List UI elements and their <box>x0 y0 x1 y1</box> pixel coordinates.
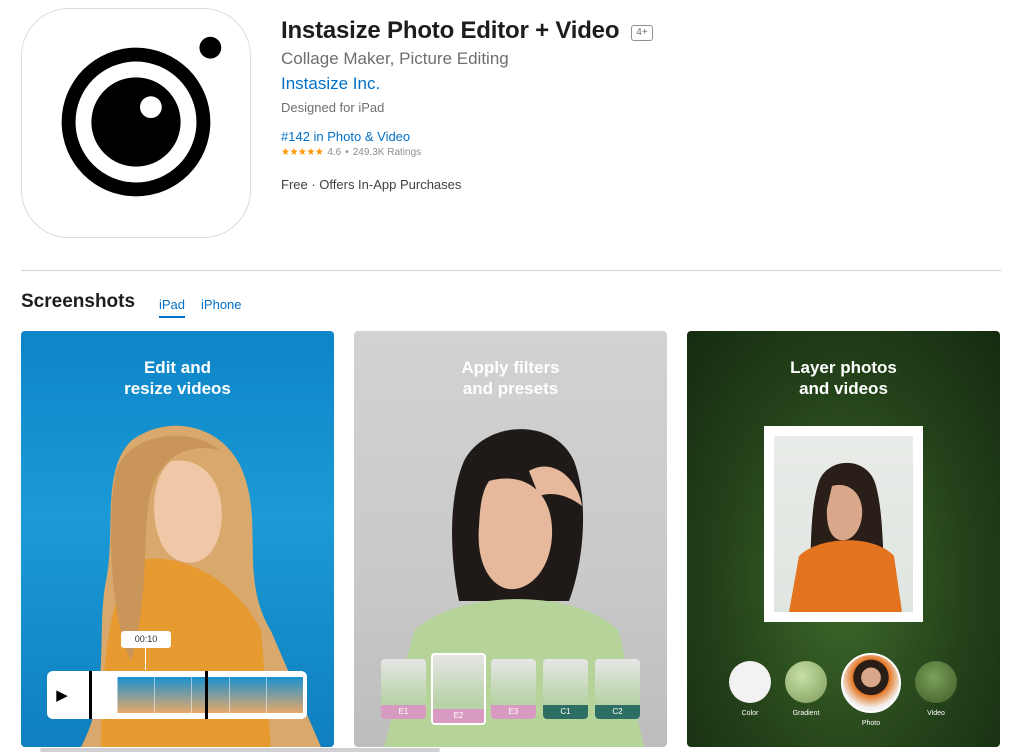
filter-label: E3 <box>491 705 536 719</box>
trim-handle-right[interactable] <box>205 671 208 719</box>
developer-link[interactable]: Instasize Inc. <box>281 73 981 95</box>
app-icon <box>21 8 251 238</box>
tab-ipad[interactable]: iPad <box>159 296 186 318</box>
bg-option-label: Video <box>927 710 945 717</box>
timeline-frame <box>265 677 304 713</box>
filter-e2[interactable]: E2 <box>431 653 486 725</box>
rating-separator: • <box>345 147 349 158</box>
filter-label: E2 <box>433 709 484 723</box>
designed-for-label: Designed for iPad <box>281 100 385 115</box>
filter-label: C1 <box>543 705 588 719</box>
screenshot-gallery: Edit and resize videos 00:10 ▶ Apply fil… <box>21 331 1001 747</box>
ratings-count: 249.3K Ratings <box>352 147 422 158</box>
video-swatch <box>915 661 957 703</box>
color-swatch <box>729 661 771 703</box>
star-rating-icon: ★★★★★ <box>281 147 324 158</box>
section-divider <box>21 270 1001 271</box>
video-timeline[interactable]: ▶ <box>47 671 307 719</box>
timeline-frame <box>154 677 192 713</box>
play-icon[interactable]: ▶ <box>47 671 77 719</box>
screenshot-3-caption: Layer photos and videos <box>790 358 897 398</box>
timeline-frames <box>117 677 304 713</box>
background-options: Color Gradient Photo Video <box>723 653 963 733</box>
layered-photo-frame <box>764 426 923 622</box>
app-header-info: Instasize Photo Editor + Video 4+ Collag… <box>281 16 981 193</box>
screenshot-2-caption: Apply filters and presets <box>461 358 560 398</box>
gradient-swatch <box>785 661 827 703</box>
filter-e3[interactable]: E3 <box>491 659 536 719</box>
rating-value: 4.6 <box>327 147 342 158</box>
bg-option-label: Gradient <box>792 710 820 717</box>
age-rating-badge: 4+ <box>631 24 653 41</box>
timeline-frame <box>191 677 229 713</box>
filter-c2[interactable]: C2 <box>595 659 640 719</box>
app-title: Instasize Photo Editor + Video <box>281 17 620 44</box>
gallery-scrollbar[interactable] <box>40 748 440 752</box>
category-rank-link[interactable]: #142 in Photo & Video <box>281 128 981 145</box>
layered-photo <box>774 436 913 612</box>
filter-label: E1 <box>381 705 426 719</box>
filter-label: C2 <box>595 705 640 719</box>
trim-handle-left[interactable] <box>89 671 92 719</box>
woman-photo-illustration <box>789 462 902 612</box>
screenshot-layer-photos[interactable]: Layer photos and videos Color Gradient P… <box>687 331 1000 747</box>
bg-option-label: Photo <box>861 720 881 727</box>
filter-c1[interactable]: C1 <box>543 659 588 719</box>
bg-option-label: Color <box>741 710 759 717</box>
filter-strip: E1 E2 E3 C1 C2 <box>378 653 646 725</box>
rating-row: ★★★★★ 4.6 • 249.3K Ratings <box>281 146 981 160</box>
screenshot-1-caption: Edit and resize videos <box>124 358 231 398</box>
tab-iphone[interactable]: iPhone <box>201 296 241 318</box>
timeline-frame <box>117 677 155 713</box>
camera-lens-logo-icon <box>22 9 250 237</box>
screenshot-apply-filters[interactable]: Apply filters and presets E1 E2 E3 C1 C2 <box>354 331 667 747</box>
photo-swatch <box>841 653 901 713</box>
app-subtitle: Collage Maker, Picture Editing <box>281 49 509 68</box>
price-label: Free · Offers In-App Purchases <box>281 177 462 192</box>
bg-option-gradient[interactable]: Gradient <box>785 661 827 718</box>
device-tabs: iPad iPhone <box>159 296 242 318</box>
screenshots-heading: Screenshots <box>21 291 136 312</box>
bg-option-photo[interactable]: Photo <box>841 653 901 728</box>
filter-e1[interactable]: E1 <box>381 659 426 719</box>
bg-option-color[interactable]: Color <box>729 661 771 718</box>
video-time-tag: 00:10 <box>121 631 171 648</box>
bg-option-video[interactable]: Video <box>915 661 957 718</box>
title-row: Instasize Photo Editor + Video 4+ <box>281 16 981 46</box>
screenshot-edit-resize-videos[interactable]: Edit and resize videos 00:10 ▶ <box>21 331 334 747</box>
playhead-line <box>145 648 146 670</box>
timeline-frame <box>228 677 266 713</box>
